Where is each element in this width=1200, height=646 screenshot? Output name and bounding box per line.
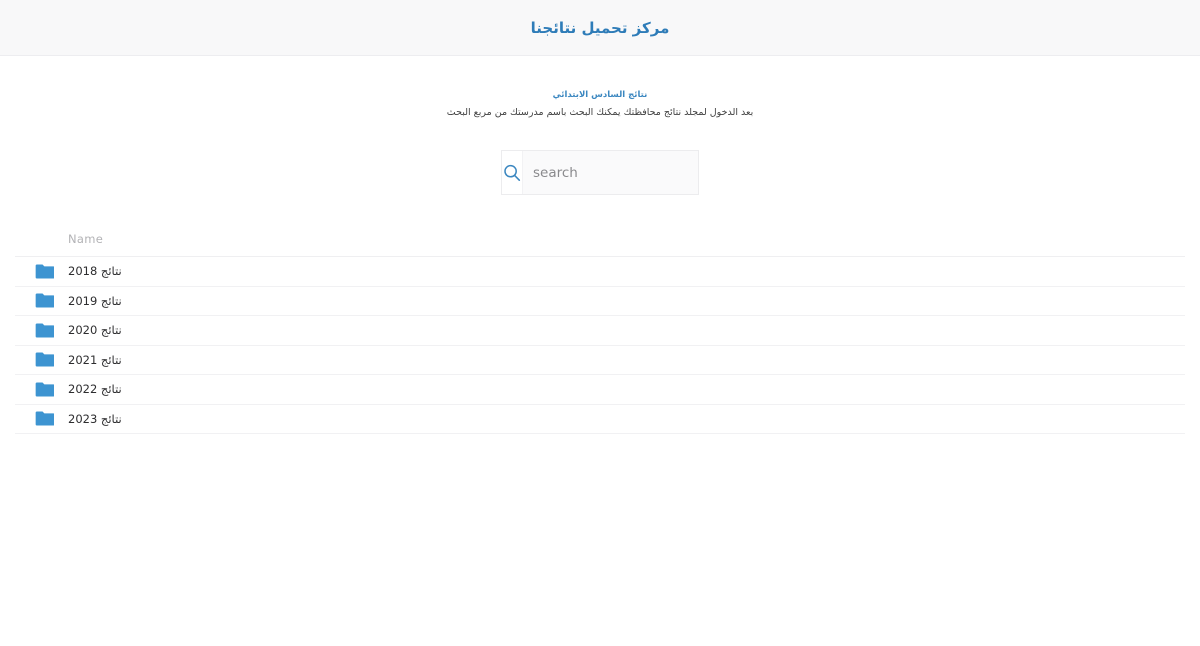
file-name: نتائج 2023 [68, 411, 122, 426]
file-name: نتائج 2018 [68, 264, 122, 279]
table-row[interactable]: نتائج 2019 [15, 287, 1185, 316]
table-row[interactable]: نتائج 2018 [15, 257, 1185, 287]
intro-block: نتائج السادس الابتدائي بعد الدخول لمجلد … [0, 89, 1200, 120]
intro-instructions: بعد الدخول لمجلد نتائج محافظتك يمكنك الب… [446, 107, 754, 118]
folder-icon [35, 352, 54, 367]
search-icon[interactable] [502, 151, 523, 194]
file-list-header: Name [15, 221, 1185, 257]
column-header-name: Name [68, 231, 104, 246]
folder-icon [35, 293, 54, 308]
table-row[interactable]: نتائج 2023 [15, 405, 1185, 434]
file-list: Name نتائج 2018 نتائج 2019 نتائج 2020 نت… [0, 221, 1200, 434]
search-box[interactable] [501, 150, 704, 195]
search-area [0, 150, 1200, 195]
folder-icon [35, 411, 54, 426]
folder-icon [35, 264, 54, 279]
page-title: مركز تحميل نتائجنا [530, 18, 670, 37]
intro-heading: نتائج السادس الابتدائي [552, 90, 648, 100]
folder-icon [35, 323, 54, 338]
file-name: نتائج 2022 [68, 382, 122, 397]
search-input[interactable] [523, 151, 704, 194]
table-row[interactable]: نتائج 2021 [15, 346, 1185, 375]
file-name: نتائج 2021 [68, 352, 122, 367]
table-row[interactable]: نتائج 2020 [15, 316, 1185, 346]
file-name: نتائج 2020 [68, 323, 122, 338]
app-header: مركز تحميل نتائجنا [0, 0, 1200, 56]
file-name: نتائج 2019 [68, 293, 122, 308]
table-row[interactable]: نتائج 2022 [15, 375, 1185, 405]
folder-icon [35, 382, 54, 397]
